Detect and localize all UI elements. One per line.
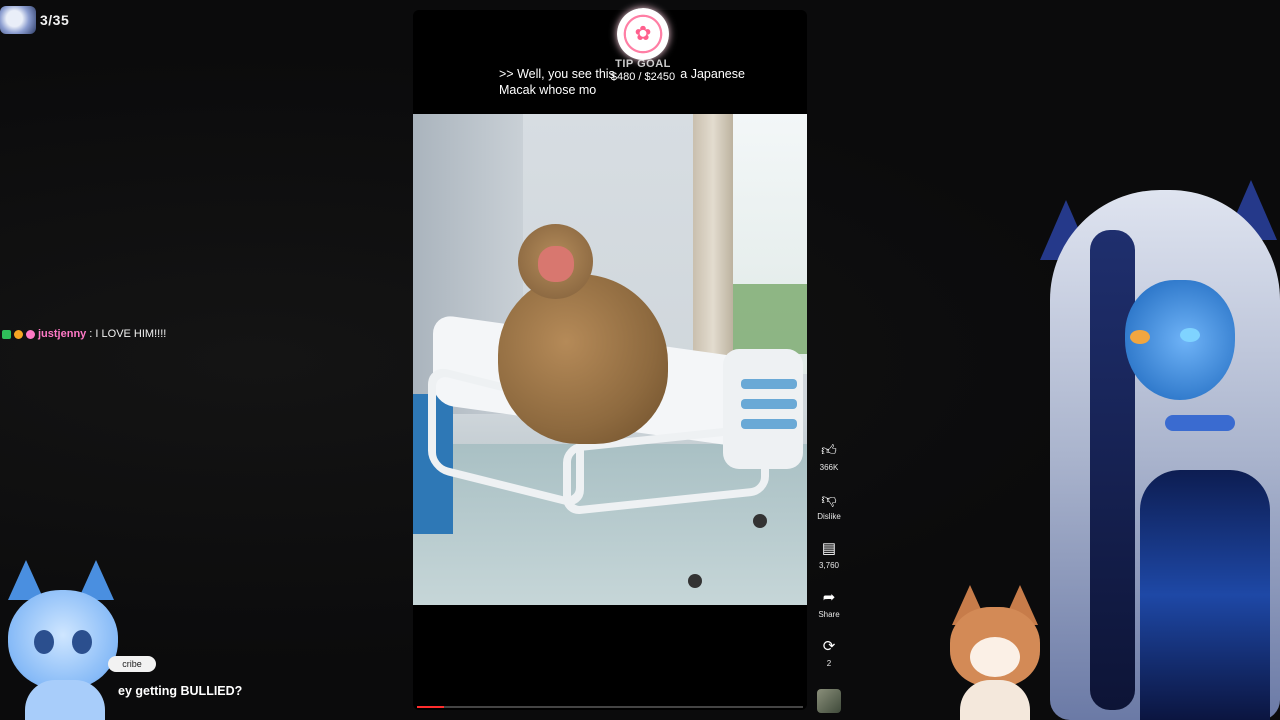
like-count: 366K [819, 463, 839, 472]
tip-goal-amount: $480 / $2450 [610, 71, 676, 83]
shorts-action-rail: 👍︎ 366K 👎︎ Dislike ▤ 3,760 ➦ Share ⟳ 2 [812, 440, 846, 713]
share-arrow-icon: ➦ [822, 589, 836, 606]
comments-button[interactable]: ▤ 3,760 [812, 538, 846, 587]
video-progress-bar[interactable] [417, 706, 803, 708]
counter-value: 3/35 [40, 12, 70, 28]
remix-button[interactable]: ⟳ 2 [812, 636, 846, 685]
chat-message: justjenny : I LOVE HIM!!!! [2, 328, 166, 340]
video-progress-fill [417, 706, 445, 708]
comments-count: 3,760 [818, 561, 840, 570]
thumbs-down-icon: 👎︎ [821, 491, 837, 508]
video-frame-monkey-hospital [413, 114, 807, 605]
cat-badge-icon [14, 329, 23, 339]
caption-tail: a Japanese [680, 67, 745, 81]
monkey-figure [498, 224, 678, 444]
remix-count: 2 [826, 659, 832, 668]
dislike-button[interactable]: 👎︎ Dislike [812, 489, 846, 538]
chat-username[interactable]: justjenny [38, 328, 86, 340]
vtuber-avatar [1030, 170, 1280, 720]
counter-avatar-icon [0, 6, 36, 34]
dislike-label: Dislike [817, 512, 841, 521]
subscriber-badge-icon [26, 329, 35, 339]
comment-icon: ▤ [821, 540, 837, 557]
corgi-mascot [940, 585, 1050, 720]
video-player[interactable]: >> Well, you see this a Japanese Macak w… [413, 10, 807, 710]
chat-text: : I LOVE HIM!!!! [89, 328, 167, 340]
tip-goal-label: TIP GOAL [615, 58, 671, 70]
like-button[interactable]: 👍︎ 366K [812, 440, 846, 489]
subscribe-button[interactable]: cribe [108, 656, 156, 672]
remix-icon: ⟳ [822, 638, 836, 655]
thumbs-up-icon: 👍︎ [821, 442, 837, 459]
overlay-question-text: ey getting BULLIED? [118, 684, 243, 698]
share-label: Share [818, 610, 840, 619]
verified-badge-icon [2, 329, 11, 339]
goal-counter: 3/35 [0, 6, 69, 34]
sound-thumbnail[interactable] [817, 689, 841, 713]
share-button[interactable]: ➦ Share [812, 587, 846, 636]
sakura-flower-icon: ✿ [617, 8, 669, 60]
caption-line-2: Macak whose mo [499, 83, 597, 97]
tip-goal-widget: ✿ TIP GOAL $480 / $2450 [598, 8, 688, 83]
vtuber-collar [1165, 415, 1235, 431]
